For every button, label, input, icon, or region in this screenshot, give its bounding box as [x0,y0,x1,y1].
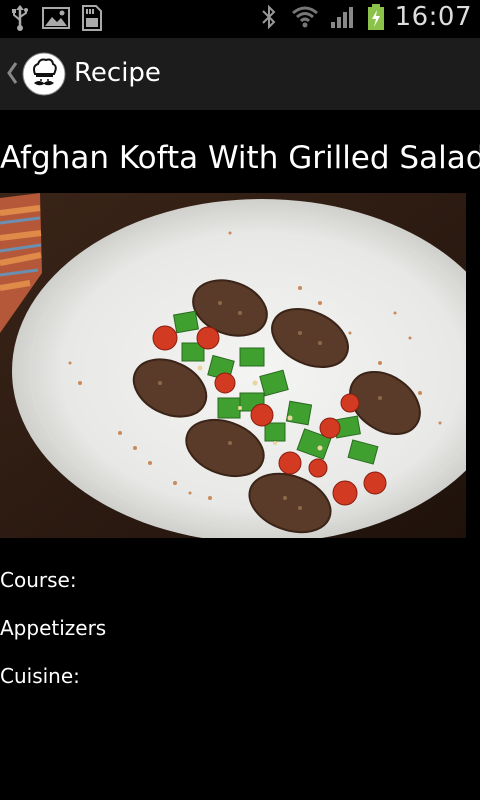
status-notification-icons [8,4,104,32]
status-system-icons: 16:07 [257,2,472,32]
recipe-photo [0,193,466,538]
recipe-title: Afghan Kofta With Grilled Salad [0,140,480,176]
sd-card-icon [80,4,104,32]
course-label: Course: [0,568,77,592]
chevron-left-icon [6,60,18,86]
status-bar: 16:07 [0,0,480,38]
image-icon [42,4,70,32]
cuisine-label: Cuisine: [0,664,80,688]
status-clock: 16:07 [394,2,472,32]
bluetooth-icon [257,3,281,31]
wifi-icon [291,3,319,31]
signal-icon [329,3,357,31]
action-bar: Recipe [0,38,480,110]
up-navigation[interactable]: Recipe [0,38,161,110]
course-value: Appetizers [0,616,107,640]
chef-logo-icon [22,52,66,96]
usb-icon [8,4,32,32]
action-bar-title: Recipe [74,58,161,88]
battery-charging-icon [367,3,385,31]
